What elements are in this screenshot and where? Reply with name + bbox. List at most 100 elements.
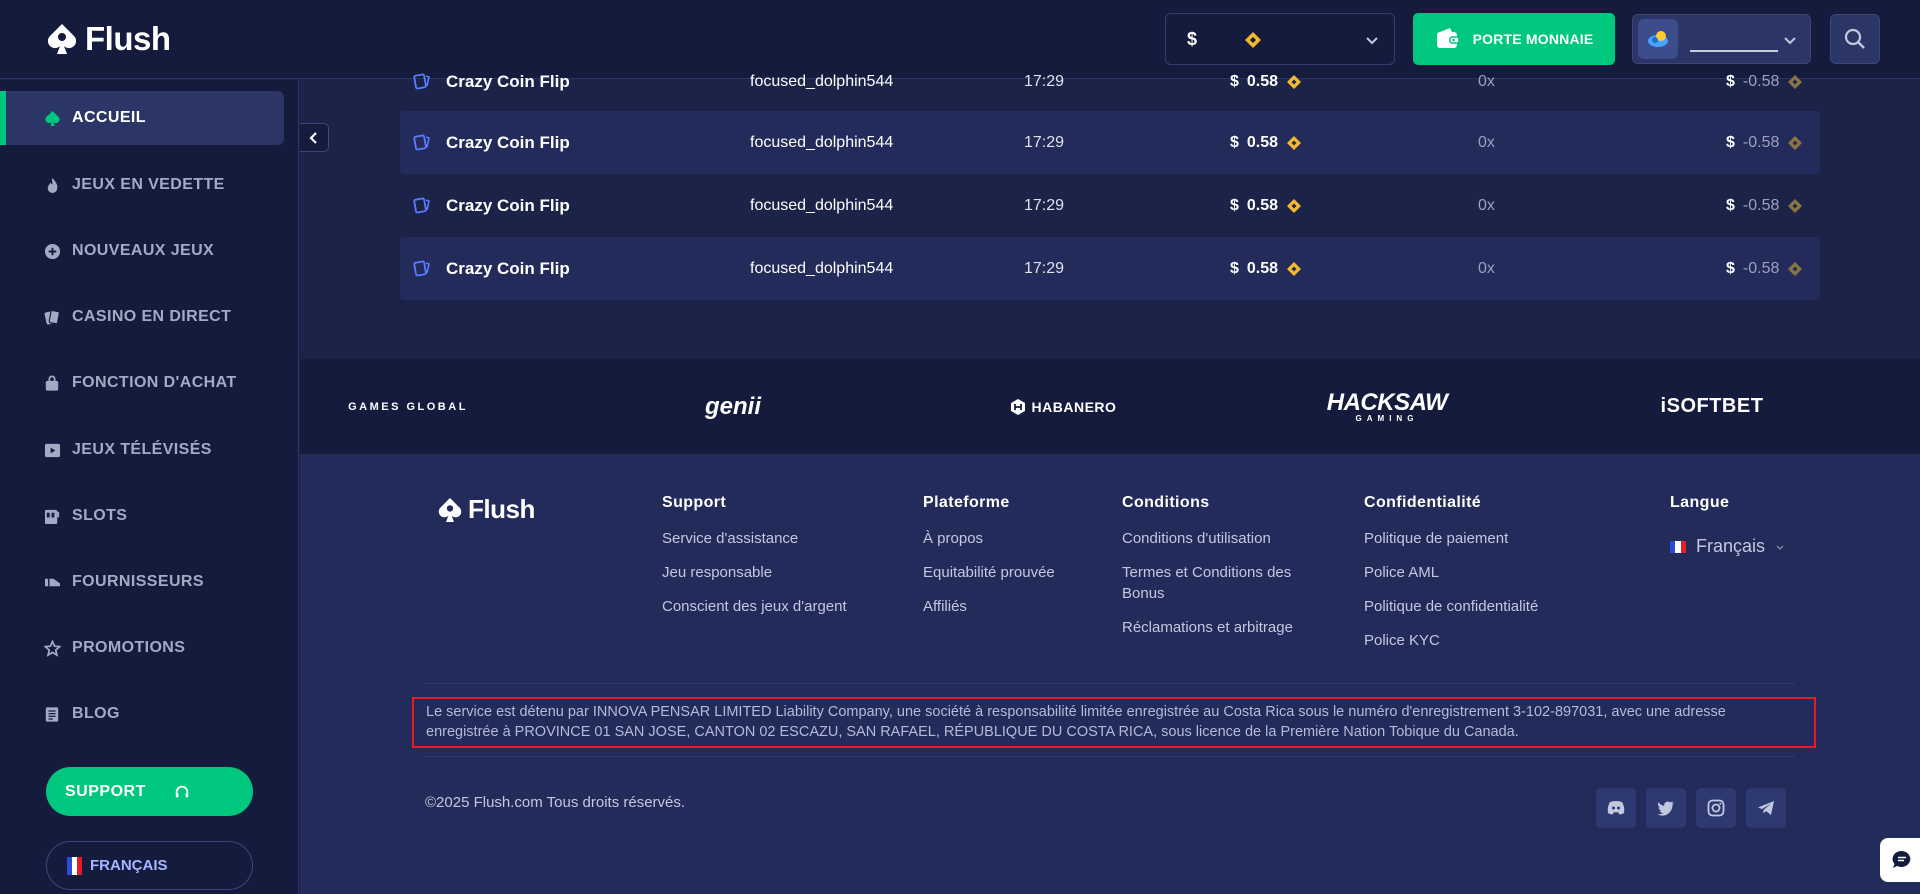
sidebar-item-nouveaux-jeux[interactable]: NOUVEAUX JEUX <box>0 224 284 278</box>
game-name: Crazy Coin Flip <box>446 132 570 152</box>
multiplier: 0x <box>1478 72 1495 90</box>
cards-icon <box>43 308 61 326</box>
payout-value: -0.58 <box>1742 196 1780 214</box>
footer: Flush Support Service d'assistance Jeu r… <box>300 454 1920 894</box>
sidebar-item-casino-en-direct[interactable]: CASINO EN DIRECT <box>0 290 284 344</box>
live-chat-button[interactable] <box>1880 838 1920 882</box>
discord-link[interactable] <box>1596 788 1636 828</box>
chat-bubble-icon <box>1892 850 1911 868</box>
coin-icon <box>1287 261 1302 276</box>
instagram-link[interactable] <box>1696 788 1736 828</box>
currency-symbol: $ <box>1230 133 1239 151</box>
provider-logo-hacksaw[interactable]: HACKSAW GAMING <box>1327 359 1448 454</box>
spade-icon <box>43 109 61 127</box>
provider-name: iSOFTBET <box>1660 395 1764 417</box>
footer-column-langue: Langue <box>1670 494 1820 528</box>
sidebar-item-label: JEUX EN VEDETTE <box>72 176 225 193</box>
telegram-icon <box>1758 801 1774 815</box>
sidebar-item-promotions[interactable]: PROMOTIONS <box>0 621 284 675</box>
game-name: Crazy Coin Flip <box>446 195 570 215</box>
column-title: Confidentialité <box>1364 494 1482 511</box>
provider-logo-habanero[interactable]: HABANERO <box>998 359 1128 454</box>
table-row[interactable]: Crazy Coin Flip focused_dolphin544 17:29… <box>400 111 1820 174</box>
instagram-icon <box>1707 799 1725 817</box>
bet-amount: $ 0.58 <box>1230 134 1302 152</box>
table-row[interactable]: Crazy Coin Flip focused_dolphin544 17:29… <box>400 50 1820 113</box>
sidebar-item-jeux-televises[interactable]: JEUX TÉLÉVISÉS <box>0 423 284 477</box>
footer-language-selector[interactable]: Français <box>1670 536 1785 557</box>
footer-link[interactable]: Equitabilité prouvée <box>923 562 1103 583</box>
coin-icon <box>1788 261 1803 276</box>
footer-link[interactable]: À propos <box>923 528 1103 549</box>
sidebar-item-jeux-en-vedette[interactable]: JEUX EN VEDETTE <box>0 158 284 212</box>
payout-value: -0.58 <box>1742 259 1780 277</box>
sidebar-collapse-button[interactable] <box>300 123 329 152</box>
sidebar-item-label: CASINO EN DIRECT <box>72 308 232 325</box>
table-row[interactable]: Crazy Coin Flip focused_dolphin544 17:29… <box>400 237 1820 300</box>
language-selector[interactable]: FRANÇAIS <box>46 841 253 890</box>
star-icon <box>43 639 61 657</box>
copyright-text: ©2025 Flush.com Tous droits réservés. <box>425 794 686 811</box>
footer-link[interactable]: Politique de confidentialité <box>1364 596 1594 617</box>
provider-logo-games-global[interactable]: GAMES GLOBAL <box>348 359 468 454</box>
sidebar-item-accueil[interactable]: ACCUEIL <box>0 91 284 145</box>
column-title: Plateforme <box>923 494 1010 511</box>
sidebar-item-label: SLOTS <box>72 507 128 524</box>
coin-icon <box>1287 198 1302 213</box>
support-button[interactable]: SUPPORT <box>46 767 253 816</box>
column-title: Langue <box>1670 494 1730 511</box>
footer-link[interactable]: Jeu responsable <box>662 562 892 583</box>
game-name: Crazy Coin Flip <box>446 258 570 278</box>
social-links <box>1596 788 1786 828</box>
currency-symbol: $ <box>1726 196 1735 214</box>
payout: $ -0.58 <box>1726 260 1803 278</box>
spade-logo-icon <box>47 24 77 54</box>
footer-link[interactable]: Politique de paiement <box>1364 528 1594 549</box>
amount-value: 0.58 <box>1246 133 1279 151</box>
chevron-down-icon <box>1366 37 1378 45</box>
providers-strip: GAMES GLOBAL genii HABANERO HACKSAW GAMI… <box>300 359 1920 454</box>
footer-link[interactable]: Conscient des jeux d'argent <box>662 596 892 617</box>
footer-link[interactable]: Police AML <box>1364 562 1594 583</box>
provider-logo-isoftbet[interactable]: iSOFTBET <box>1652 359 1772 454</box>
table-row[interactable]: Crazy Coin Flip focused_dolphin544 17:29… <box>400 174 1820 237</box>
footer-link[interactable]: Termes et Conditions des Bonus <box>1122 562 1322 604</box>
game-cards-icon <box>413 73 430 89</box>
bet-time: 17:29 <box>1024 133 1065 151</box>
bet-time: 17:29 <box>1024 259 1065 277</box>
twitter-link[interactable] <box>1646 788 1686 828</box>
sidebar-item-label: PROMOTIONS <box>72 639 186 656</box>
sidebar-item-fonction-achat[interactable]: FONCTION D'ACHAT <box>0 356 284 410</box>
sidebar-item-slots[interactable]: SLOTS <box>0 489 284 543</box>
footer-link[interactable]: Réclamations et arbitrage <box>1122 617 1322 638</box>
search-button[interactable] <box>1830 14 1880 64</box>
coin-icon <box>1788 135 1803 150</box>
sidebar-item-label: FONCTION D'ACHAT <box>72 374 237 391</box>
sidebar-item-blog[interactable]: BLOG <box>0 687 284 741</box>
bet-amount: $ 0.58 <box>1230 260 1302 278</box>
footer-link[interactable]: Affiliés <box>923 596 1103 617</box>
footer-column-confidentialite: Confidentialité Politique de paiement Po… <box>1364 494 1594 664</box>
footer-divider <box>425 683 1795 684</box>
telegram-link[interactable] <box>1746 788 1786 828</box>
sidebar-item-fournisseurs[interactable]: FOURNISSEURS <box>0 555 284 609</box>
sidebar-item-label: JEUX TÉLÉVISÉS <box>72 441 212 458</box>
footer-divider <box>425 756 1795 757</box>
currency-symbol: $ <box>1187 29 1198 49</box>
flush-logo[interactable]: Flush <box>47 18 171 60</box>
coin-icon <box>1287 74 1302 89</box>
footer-link[interactable]: Police KYC <box>1364 630 1594 651</box>
footer-link[interactable]: Conditions d'utilisation <box>1122 528 1322 549</box>
chevron-down-icon <box>1776 545 1784 550</box>
footer-logo[interactable]: Flush <box>438 494 535 525</box>
provider-name: HABANERO <box>1031 398 1117 415</box>
amount-value: 0.58 <box>1246 259 1279 277</box>
username: focused_dolphin544 <box>750 196 894 214</box>
game-cards-icon <box>413 260 430 276</box>
footer-link[interactable]: Service d'assistance <box>662 528 892 549</box>
logo-text: Flush <box>85 20 171 57</box>
discord-icon <box>1607 801 1625 815</box>
slot-machine-icon <box>43 507 61 525</box>
twitter-icon <box>1657 801 1675 816</box>
provider-logo-genii[interactable]: genii <box>688 359 778 454</box>
